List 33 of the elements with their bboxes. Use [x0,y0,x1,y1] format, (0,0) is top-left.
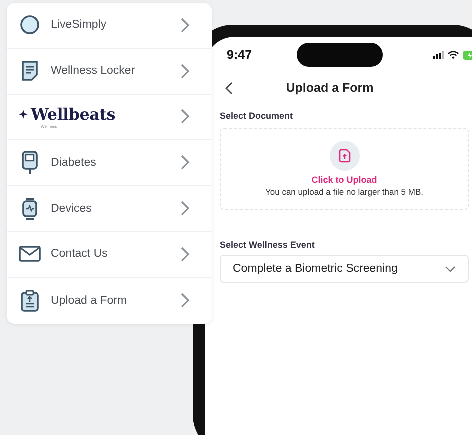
chevron-right-icon [181,293,190,308]
back-icon[interactable] [225,82,233,94]
signal-icon [433,51,444,59]
chevron-right-icon [181,155,190,170]
menu-item[interactable]: Diabetes [7,140,212,186]
wifi-icon [448,51,459,59]
chevron-right-icon [181,18,190,33]
upload-file-icon [330,141,360,171]
menu-item[interactable]: LiveSimply [7,3,212,49]
clipboard-icon [19,290,41,312]
event-dropdown[interactable]: Complete a Biometric Screening [220,255,469,283]
circle-icon [19,15,41,36]
chevron-right-icon [181,64,190,79]
menu-item[interactable]: Wellness Locker [7,48,212,95]
upload-area[interactable]: Click to Upload You can upload a file no larger than 5 MB. [220,128,469,210]
section-label: Select Document [220,111,294,121]
screen-title: Upload a Form [285,81,375,95]
menu-item[interactable]: Devices [7,186,212,232]
section-label: Select Wellness Event [220,240,316,250]
star-icon [19,110,28,119]
upload-link[interactable]: Click to Upload [312,175,378,185]
menu-item[interactable]: Contact Us [7,232,212,278]
glucose-meter-icon [19,150,41,175]
menu-item[interactable]: Upload a Form [7,278,212,324]
envelope-icon [19,246,41,262]
status-time: 9:47 [227,48,254,62]
document-icon [19,61,41,82]
wellbeats-logo: Wellbeats [31,104,116,124]
chevron-down-icon [445,266,456,272]
chevron-right-icon [181,201,190,216]
chevron-right-icon [181,246,190,262]
chevron-right-icon [181,109,190,124]
upload-hint: You can upload a file no larger than 5 MB. [266,187,424,197]
